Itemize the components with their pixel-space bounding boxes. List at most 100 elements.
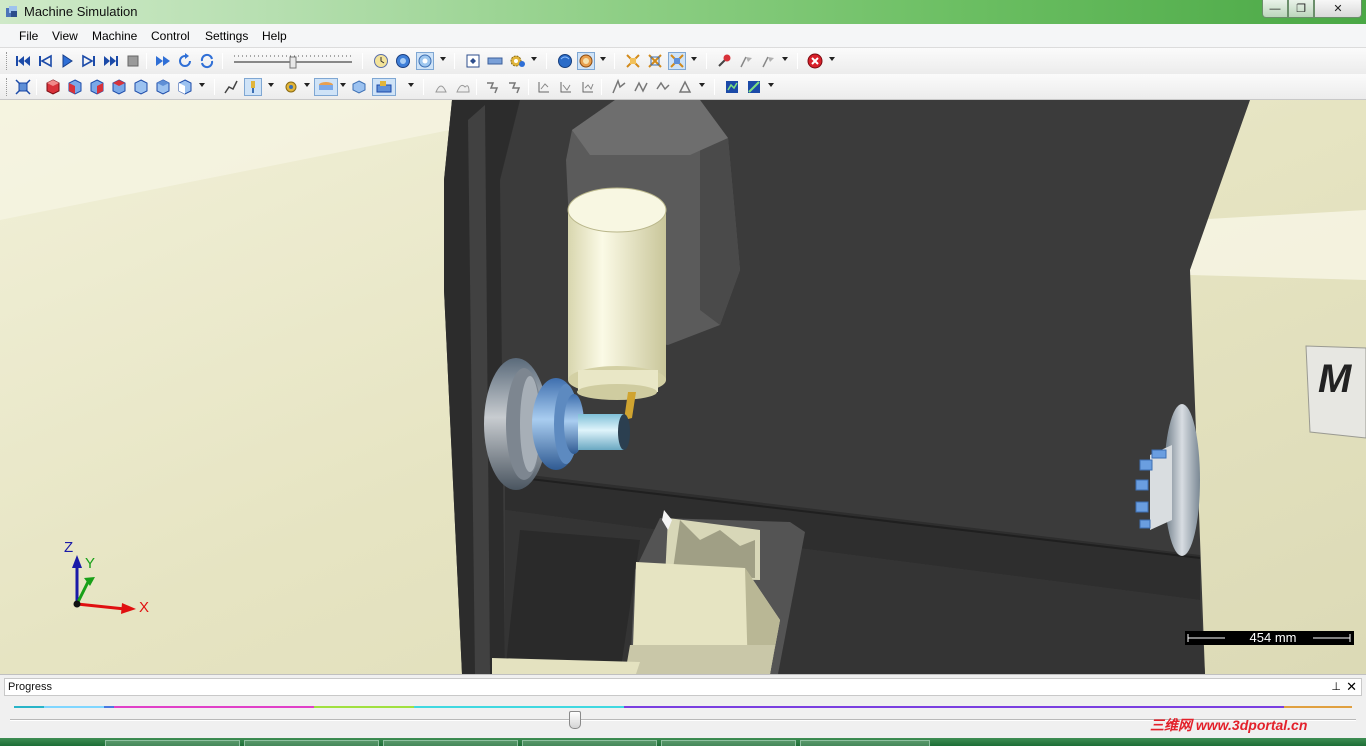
report-icon[interactable] xyxy=(723,78,741,96)
minimize-button[interactable]: — xyxy=(1262,0,1288,18)
menu-help[interactable]: Help xyxy=(262,29,287,43)
path-tool-icon[interactable] xyxy=(222,78,240,96)
taskbar-button[interactable] xyxy=(244,740,379,746)
chevron-down-icon[interactable] xyxy=(768,83,774,87)
chevron-down-icon[interactable] xyxy=(782,57,788,61)
part-display-icon[interactable] xyxy=(350,78,368,96)
toolbar-grip[interactable] xyxy=(6,78,9,96)
globe-icon[interactable] xyxy=(394,52,412,70)
chevron-down-icon[interactable] xyxy=(408,83,414,87)
app-icon xyxy=(6,6,17,17)
trace-2-icon[interactable] xyxy=(557,78,575,96)
section-3-icon[interactable] xyxy=(654,78,672,96)
toolbar-separator xyxy=(146,53,147,69)
title-bar: Machine Simulation — ❐ ✕ xyxy=(0,0,1366,24)
step-back-icon[interactable] xyxy=(36,52,54,70)
simulation-viewport[interactable]: M Z Y X 454 mm xyxy=(0,100,1366,674)
maximize-button[interactable]: ❐ xyxy=(1288,0,1314,18)
chevron-down-icon[interactable] xyxy=(199,83,205,87)
progress-panel-header: Progress ⊥ ✕ xyxy=(4,678,1362,696)
stop-icon[interactable] xyxy=(124,52,142,70)
material-removal-icon[interactable] xyxy=(432,78,450,96)
trace-3-icon[interactable] xyxy=(579,78,597,96)
rewind-to-start-icon[interactable] xyxy=(14,52,32,70)
axes-toggle-icon[interactable] xyxy=(646,52,664,70)
pin-tool-icon[interactable] xyxy=(715,52,733,70)
toolbar-view xyxy=(0,74,1366,100)
taskbar-button[interactable] xyxy=(383,740,518,746)
toolbar-separator xyxy=(528,79,529,95)
view-top-icon[interactable] xyxy=(154,78,172,96)
view-front-icon[interactable] xyxy=(66,78,84,96)
measure-icon[interactable] xyxy=(486,52,504,70)
menu-view[interactable]: View xyxy=(52,29,78,43)
toolbar-separator xyxy=(454,53,455,69)
chevron-down-icon[interactable] xyxy=(691,57,697,61)
loop-icon[interactable] xyxy=(198,52,216,70)
clock-icon[interactable] xyxy=(372,52,390,70)
chevron-down-icon[interactable] xyxy=(268,83,274,87)
section-icon[interactable] xyxy=(610,78,628,96)
section-4-icon[interactable] xyxy=(676,78,694,96)
step-forward-icon[interactable] xyxy=(80,52,98,70)
close-button[interactable]: ✕ xyxy=(1314,0,1362,18)
fast-forward-icon[interactable] xyxy=(154,52,172,70)
cancel-icon[interactable] xyxy=(806,52,824,70)
toolbar-separator xyxy=(714,79,715,95)
menu-file[interactable]: File xyxy=(19,29,38,43)
chevron-down-icon[interactable] xyxy=(829,57,835,61)
menu-control[interactable]: Control xyxy=(151,29,190,43)
taskbar-button[interactable] xyxy=(522,740,657,746)
flag-tool-2-icon[interactable] xyxy=(759,52,777,70)
view-bottom-icon[interactable] xyxy=(176,78,194,96)
toolbar-separator xyxy=(546,53,547,69)
turret-icon[interactable] xyxy=(282,78,300,96)
repeat-icon[interactable] xyxy=(176,52,194,70)
application-window: Machine Simulation — ❐ ✕ File View Machi… xyxy=(0,0,1366,746)
taskbar-button[interactable] xyxy=(800,740,930,746)
grid-toggle-icon[interactable] xyxy=(668,52,686,70)
fast-forward-end-icon[interactable] xyxy=(102,52,120,70)
menu-settings[interactable]: Settings xyxy=(205,29,248,43)
view-right-icon[interactable] xyxy=(132,78,150,96)
toolbar-grip[interactable] xyxy=(6,52,9,70)
chevron-down-icon[interactable] xyxy=(340,83,346,87)
trace-icon[interactable] xyxy=(535,78,553,96)
chevron-down-icon[interactable] xyxy=(304,83,310,87)
operation-segments xyxy=(14,706,1352,708)
shading-icon[interactable] xyxy=(556,52,574,70)
toolpath-icon[interactable] xyxy=(484,78,502,96)
tool-display-icon[interactable] xyxy=(244,78,262,96)
speed-slider[interactable] xyxy=(230,53,356,69)
flag-tool-icon[interactable] xyxy=(737,52,755,70)
speed-slider-thumb[interactable] xyxy=(289,56,297,69)
taskbar-button[interactable] xyxy=(105,740,240,746)
chevron-down-icon[interactable] xyxy=(699,83,705,87)
panel-close-icon[interactable]: ✕ xyxy=(1346,679,1357,695)
fixture-display-icon[interactable] xyxy=(372,78,396,96)
collision-check-icon[interactable] xyxy=(624,52,642,70)
chevron-down-icon[interactable] xyxy=(531,57,537,61)
view-iso-icon[interactable] xyxy=(44,78,62,96)
chevron-down-icon[interactable] xyxy=(440,57,446,61)
render-mode-icon[interactable] xyxy=(577,52,595,70)
zoom-fit-icon[interactable] xyxy=(464,52,482,70)
material-removal-2-icon[interactable] xyxy=(454,78,472,96)
menu-machine[interactable]: Machine xyxy=(92,29,137,43)
taskbar-button[interactable] xyxy=(661,740,796,746)
toolbar-separator xyxy=(423,79,424,95)
chevron-down-icon[interactable] xyxy=(600,57,606,61)
section-2-icon[interactable] xyxy=(632,78,650,96)
stock-display-icon[interactable] xyxy=(314,78,338,96)
fit-all-icon[interactable] xyxy=(14,78,32,96)
pin-icon[interactable]: ⊥ xyxy=(1331,680,1341,693)
view-mode-icon[interactable] xyxy=(416,52,434,70)
play-icon[interactable] xyxy=(58,52,76,70)
watermark-logo: 三维网 www.3dportal.cn xyxy=(1150,717,1308,733)
toolpath-2-icon[interactable] xyxy=(506,78,524,96)
view-back-icon[interactable] xyxy=(88,78,106,96)
view-left-icon[interactable] xyxy=(110,78,128,96)
analysis-icon[interactable] xyxy=(745,78,763,96)
progress-slider-thumb[interactable] xyxy=(569,711,582,729)
settings-gear-icon[interactable] xyxy=(508,52,526,70)
